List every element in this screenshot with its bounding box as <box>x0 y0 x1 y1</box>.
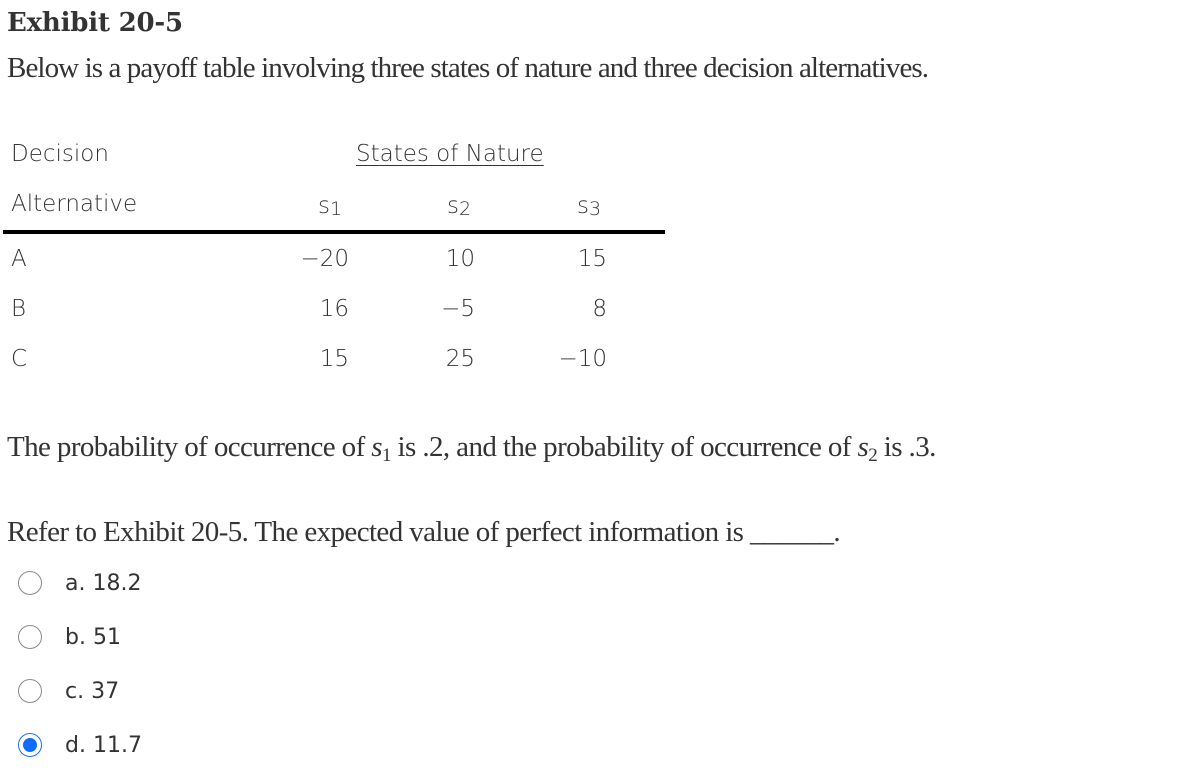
state-letter: s <box>577 193 589 219</box>
state-letter: s <box>371 431 382 463</box>
row-a-s3: 15 <box>577 246 607 272</box>
option-b-label: b. 51 <box>65 624 121 650</box>
row-c-s1: 15 <box>319 346 349 372</box>
row-a-s1: −20 <box>300 246 349 272</box>
probability-text-part: The probability of occurrence of <box>7 431 372 463</box>
state-letter: s <box>318 193 330 219</box>
header-state-s1: s1 <box>318 193 343 220</box>
probability-statement: The probability of occurrence of s1 is .… <box>7 431 936 467</box>
question-prompt: Refer to Exhibit 20-5. The expected valu… <box>7 516 841 548</box>
state-subscript: 2 <box>868 445 878 466</box>
probability-text-part: is .2, and the probability of occurrence… <box>390 431 858 463</box>
row-a-alternative: A <box>11 246 27 272</box>
row-b-s3: 8 <box>592 296 607 322</box>
radio-button-b[interactable] <box>18 625 42 649</box>
header-states-of-nature: States of Nature <box>356 141 544 167</box>
option-a-label: a. 18.2 <box>65 570 142 596</box>
option-c-label: c. 37 <box>65 678 120 704</box>
row-b-alternative: B <box>11 296 27 322</box>
header-decision: Decision <box>11 141 109 167</box>
exhibit-description: Below is a payoff table involving three … <box>7 52 929 84</box>
radio-button-d-selected[interactable] <box>18 733 42 757</box>
probability-text-part: is .3. <box>877 431 937 463</box>
state-subscript: 1 <box>329 198 343 220</box>
option-a[interactable]: a. 18.2 <box>18 568 141 598</box>
exhibit-title: Exhibit 20-5 <box>7 8 183 38</box>
table-header-rule <box>3 230 665 234</box>
state-letter: s <box>447 193 459 219</box>
option-b[interactable]: b. 51 <box>18 622 121 652</box>
row-b-s2: −5 <box>441 296 475 322</box>
radio-button-c[interactable] <box>18 679 42 703</box>
option-d-label: d. 11.7 <box>65 732 142 758</box>
radio-button-a[interactable] <box>18 571 42 595</box>
row-a-s2: 10 <box>445 246 475 272</box>
row-c-alternative: C <box>11 346 28 372</box>
row-c-s3: −10 <box>558 346 607 372</box>
header-alternative: Alternative <box>11 191 138 217</box>
state-subscript: 2 <box>458 198 472 220</box>
header-state-s3: s3 <box>577 193 602 220</box>
option-d[interactable]: d. 11.7 <box>18 730 142 760</box>
row-b-s1: 16 <box>319 296 349 322</box>
state-subscript: 1 <box>381 445 392 466</box>
state-subscript: 3 <box>588 198 602 220</box>
header-state-s2: s2 <box>447 193 472 220</box>
row-c-s2: 25 <box>445 346 475 372</box>
state-letter: s <box>857 431 869 463</box>
option-c[interactable]: c. 37 <box>18 676 119 706</box>
